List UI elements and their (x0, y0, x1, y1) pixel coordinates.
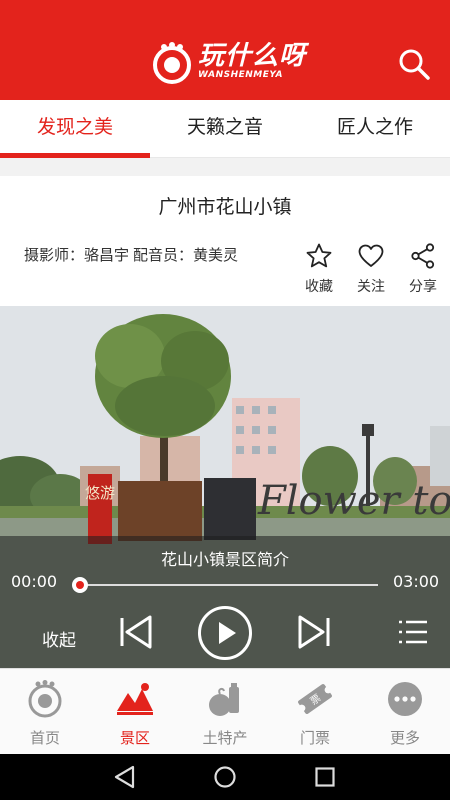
app-logo: 玩什么呀 WANSHENMEYA (150, 38, 306, 88)
search-icon[interactable] (396, 46, 432, 82)
sign-left-text: 悠游 (85, 484, 115, 502)
heart-icon (358, 244, 384, 267)
progress-track[interactable] (78, 584, 378, 586)
previous-track-icon[interactable] (116, 612, 156, 652)
back-icon[interactable] (112, 764, 138, 790)
collapse-button[interactable]: 收起 (42, 626, 76, 651)
home-icon (28, 680, 62, 718)
nav-item-home[interactable]: 首页 (0, 669, 90, 754)
follow-label: 关注 (357, 279, 385, 295)
playlist-icon[interactable] (397, 618, 429, 646)
home-circle-icon[interactable] (212, 764, 238, 790)
follow-button[interactable]: 关注 (349, 242, 393, 296)
nav-item-more[interactable]: 更多 (360, 669, 450, 754)
total-time: 03:00 (393, 572, 440, 591)
system-navigation-bar (0, 754, 450, 800)
nav-item-scenic[interactable]: 景区 (90, 669, 180, 754)
star-icon (306, 243, 332, 268)
logo-chinese: 玩什么呀 (198, 41, 307, 71)
sign-right-text: Flower town (257, 478, 450, 524)
nav-label-specialty: 土特产 (202, 729, 248, 747)
tab-natural-sound[interactable]: 天籁之音 (150, 100, 300, 157)
scenic-icon (117, 683, 153, 715)
next-track-icon[interactable] (294, 612, 334, 652)
tab-discover-beauty[interactable]: 发现之美 (0, 100, 150, 158)
play-icon[interactable] (197, 605, 253, 661)
share-icon (411, 243, 435, 269)
ticket-icon: 票 (298, 684, 332, 714)
recent-apps-icon[interactable] (312, 764, 338, 790)
nav-label-home: 首页 (29, 729, 60, 747)
nav-item-specialty[interactable]: 土特产 (180, 669, 270, 754)
specialty-icon (209, 683, 239, 716)
section-divider (0, 158, 450, 176)
article-credits: 摄影师：骆昌宇 配音员：黄美灵 (24, 244, 238, 265)
favorite-button[interactable]: 收藏 (297, 242, 341, 296)
logo-mark-icon (153, 42, 191, 84)
category-tabs: 发现之美 天籁之音 匠人之作 (0, 100, 450, 158)
nav-label-ticket: 门票 (299, 729, 330, 747)
share-label: 分享 (409, 279, 437, 295)
progress-thumb[interactable] (72, 577, 88, 593)
bottom-navigation: 首页 景区 土特产 票 门票 更多 (0, 668, 450, 754)
favorite-label: 收藏 (305, 279, 333, 295)
share-button[interactable]: 分享 (401, 242, 445, 296)
more-icon (388, 682, 422, 716)
top-header: 玩什么呀 WANSHENMEYA (0, 0, 450, 100)
nav-label-scenic: 景区 (119, 729, 150, 747)
photographer-credit: 摄影师：骆昌宇 (24, 246, 130, 264)
clip-title: 花山小镇景区简介 (160, 550, 289, 569)
voice-credit: 配音员：黄美灵 (133, 246, 239, 264)
nav-label-more: 更多 (389, 729, 420, 747)
nav-item-ticket[interactable]: 票 门票 (270, 669, 360, 754)
tab-craftsman-work[interactable]: 匠人之作 (300, 100, 450, 157)
article-title: 广州市花山小镇 (158, 196, 292, 218)
current-time: 00:00 (11, 572, 58, 591)
scenic-photo: 悠游 Flower town 花山小镇景区简介 00:00 03:00 收起 (0, 306, 450, 668)
app-screen: 玩什么呀 WANSHENMEYA 发现之美 天籁之音 匠人之作 广州市花山小镇 … (0, 0, 450, 800)
logo-english: WANSHENMEYA (198, 70, 284, 80)
